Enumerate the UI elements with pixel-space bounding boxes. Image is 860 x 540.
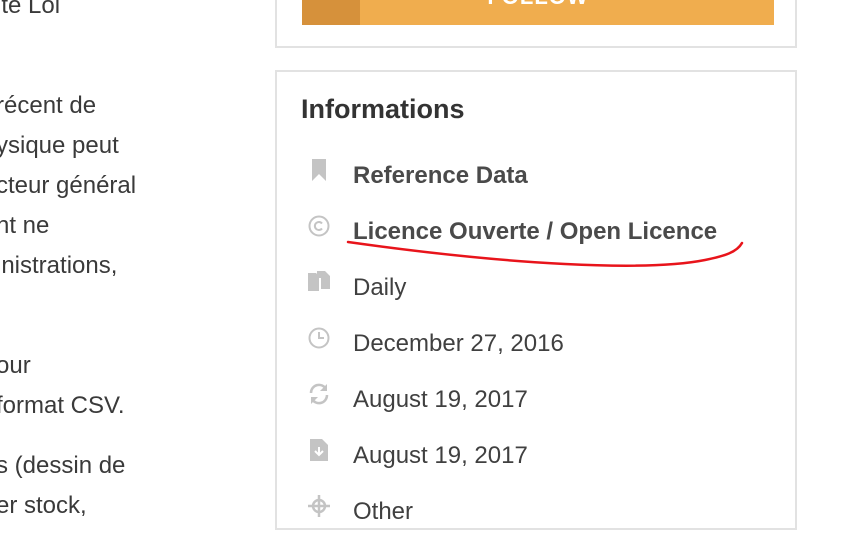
files-icon <box>307 270 331 294</box>
informations-panel: Informations Reference Data Licence Ouve… <box>275 70 797 530</box>
info-item-label: August 19, 2017 <box>353 442 528 469</box>
article-line: our <box>0 352 31 379</box>
follow-button-label: FOLLOW <box>487 0 588 10</box>
refresh-icon <box>307 382 331 406</box>
file-download-icon <box>307 438 331 462</box>
article-line: cteur général <box>0 172 137 199</box>
follow-card: FOLLOW <box>275 0 797 48</box>
copyright-icon <box>307 214 331 238</box>
article-text: ite Loi récent de ysique peut cteur géné… <box>0 0 246 526</box>
info-item-label: Reference Data <box>353 162 528 189</box>
article-line: inistrations, <box>0 252 118 279</box>
info-item-modified: August 19, 2017 <box>307 428 717 484</box>
article-line: format CSV. <box>0 392 125 419</box>
info-item-label: December 27, 2016 <box>353 330 564 357</box>
crosshair-icon <box>307 494 331 518</box>
licence-link[interactable]: Licence Ouverte / Open Licence <box>353 218 717 246</box>
article-line: ysique peut <box>0 132 119 159</box>
info-item-frequency: Daily <box>307 260 717 316</box>
info-item-licence[interactable]: Licence Ouverte / Open Licence <box>307 204 717 260</box>
info-item-reference-data: Reference Data <box>307 148 717 204</box>
bookmark-icon <box>307 158 331 182</box>
info-item-created: December 27, 2016 <box>307 316 717 372</box>
follow-icon <box>302 0 360 25</box>
informations-list: Reference Data Licence Ouverte / Open Li… <box>307 148 717 540</box>
article-line: s (dessin de <box>0 452 126 479</box>
info-item-other: Other <box>307 484 717 540</box>
article-line: ite Loi <box>0 0 61 19</box>
info-item-label: Other <box>353 498 414 525</box>
informations-title: Informations <box>301 94 465 124</box>
info-item-updated: August 19, 2017 <box>307 372 717 428</box>
clock-icon <box>307 326 331 350</box>
follow-button[interactable]: FOLLOW <box>302 0 774 25</box>
info-item-label: August 19, 2017 <box>353 386 528 413</box>
info-item-label: Daily <box>353 274 407 301</box>
article-line: er stock, <box>0 492 87 519</box>
article-line: nt ne <box>0 212 50 239</box>
article-line: récent de <box>0 92 97 119</box>
